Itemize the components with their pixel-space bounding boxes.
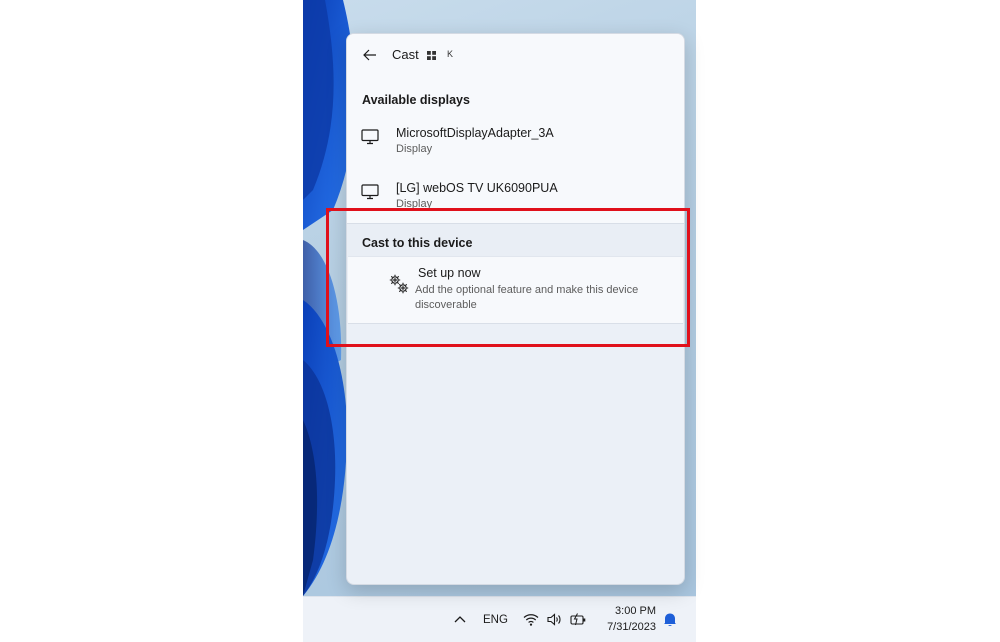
gears-icon [389,274,409,294]
set-up-now-button[interactable]: Set up now Add the optional feature and … [348,256,683,324]
cast-flyout-panel: Cast K Available displays MicrosoftDispl… [346,33,685,585]
shortcut-key-label: K [447,49,454,59]
taskbar: ENG 3:00 PM 7/31/2023 [303,596,696,642]
set-up-now-description: Add the optional feature and make this d… [415,284,639,311]
set-up-now-title: Set up now [418,266,481,280]
battery-charging-icon[interactable] [568,609,588,629]
input-language-indicator[interactable]: ENG [483,610,508,630]
monitor-icon [361,129,379,145]
cast-to-this-device-section: Cast to this device Set up now Add the o… [347,223,684,324]
device-name: [LG] webOS TV UK6090PUA [396,181,558,195]
available-displays-section: Cast K Available displays MicrosoftDispl… [347,34,684,223]
volume-icon[interactable] [545,609,563,629]
display-device-item[interactable]: MicrosoftDisplayAdapter_3A Display [347,126,684,170]
cast-title: Cast [392,47,419,62]
device-type: Display [396,143,433,155]
notification-bell-icon[interactable] [661,609,679,629]
back-arrow-icon[interactable] [361,46,379,64]
clock-date: 7/31/2023 [607,621,656,633]
available-displays-heading: Available displays [362,93,470,107]
wifi-icon[interactable] [522,609,540,629]
taskbar-clock[interactable]: 3:00 PM 7/31/2023 [596,603,656,635]
clock-time: 3:00 PM [615,605,656,617]
show-hidden-icons-chevron-icon[interactable] [451,609,469,629]
cast-to-this-device-heading: Cast to this device [362,236,473,250]
grid-icon [427,51,436,60]
device-name: MicrosoftDisplayAdapter_3A [396,126,554,140]
monitor-icon [361,184,379,200]
display-device-item[interactable]: [LG] webOS TV UK6090PUA Display [347,181,684,211]
device-type: Display [396,198,433,210]
